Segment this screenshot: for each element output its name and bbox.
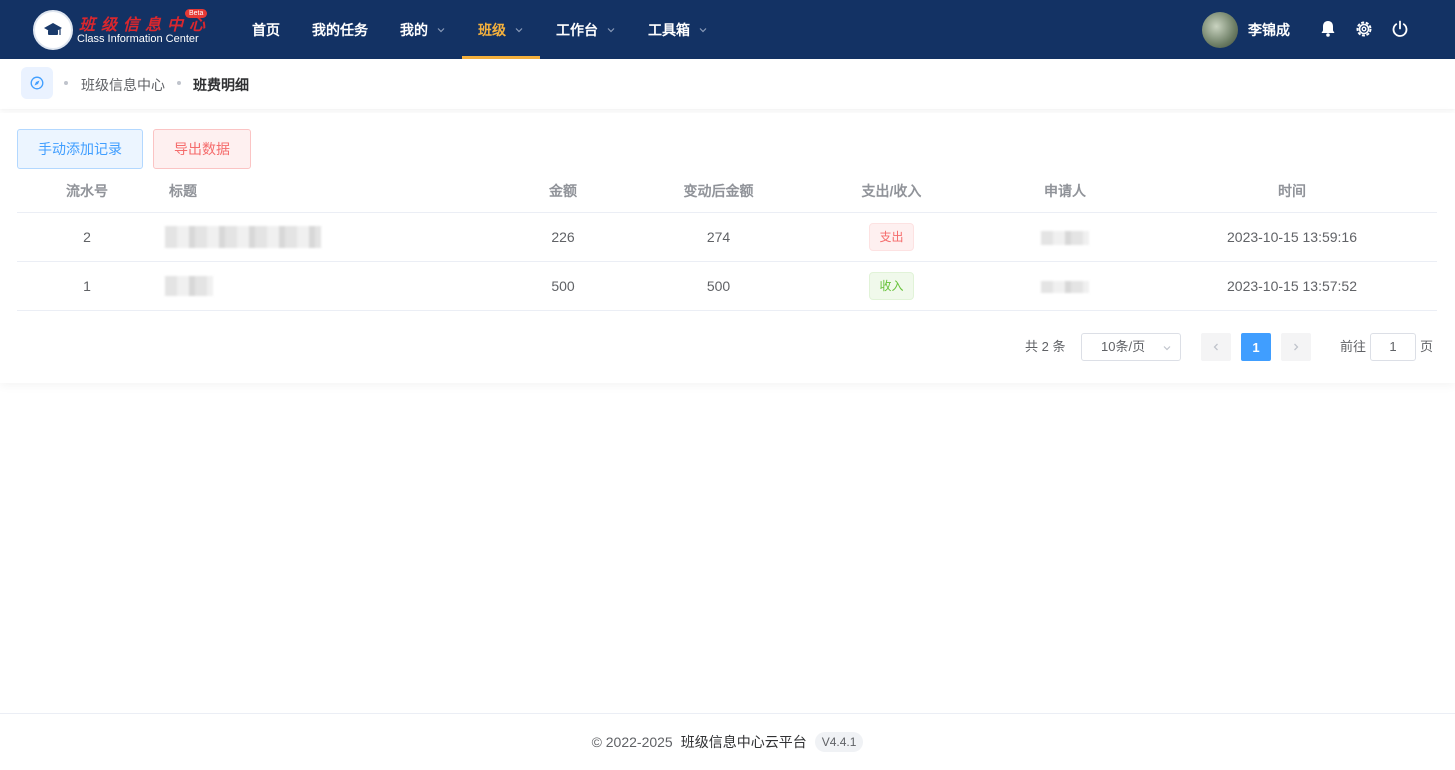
serial-number: 2 [17, 212, 157, 262]
table-row[interactable]: 2 226 274 支出 2023-10-15 13:59:16 [17, 212, 1437, 262]
page-number-current[interactable]: 1 [1241, 333, 1271, 361]
chevron-right-icon [1294, 343, 1299, 351]
nav-mine[interactable]: 我的 [384, 0, 462, 59]
income-tag: 收入 [869, 271, 914, 300]
column-header: 申请人 [983, 170, 1147, 213]
footer: © 2022-2025 班级信息中心云平台 V4.4.1 [0, 713, 1455, 770]
redacted-applicant [1041, 230, 1089, 245]
column-header: 标题 [157, 170, 489, 213]
breadcrumb-separator [177, 81, 181, 85]
username: 李锦成 [1248, 22, 1290, 38]
page-size-value: 10条/页 [1101, 339, 1146, 354]
bell-icon[interactable] [1318, 19, 1338, 39]
type-cell: 支出 [800, 212, 983, 262]
nav-my-tasks[interactable]: 我的任务 [296, 0, 384, 59]
applicant-cell [983, 261, 1147, 311]
column-header: 流水号 [17, 170, 157, 213]
avatar[interactable] [1202, 12, 1238, 48]
nav-label: 我的任务 [312, 21, 368, 38]
compass-icon[interactable] [21, 67, 53, 99]
applicant-cell [983, 212, 1147, 262]
chevron-down-icon [699, 27, 707, 32]
time: 2023-10-15 13:57:52 [1147, 261, 1437, 311]
logo-subtitle: Class Information Center [77, 33, 199, 45]
logo[interactable]: 班级信息中心 Class Information Center Beta [33, 9, 213, 51]
next-page-button[interactable] [1281, 333, 1311, 361]
content-card: 手动添加记录 导出数据 流水号 标题 金额 变动后金额 支出/收入 申请人 时间… [0, 113, 1455, 383]
serial-number: 1 [17, 261, 157, 311]
balance-after: 500 [637, 261, 800, 311]
platform-name: 班级信息中心云平台 [680, 734, 807, 750]
chevron-down-icon [515, 27, 523, 32]
breadcrumb-current: 班费明细 [193, 77, 249, 93]
amount: 226 [489, 212, 637, 262]
logo-emblem-icon [33, 10, 73, 50]
title-cell [157, 212, 489, 262]
time: 2023-10-15 13:59:16 [1147, 212, 1437, 262]
page-size-select[interactable]: 10条/页 [1081, 333, 1181, 361]
redacted-title [165, 225, 321, 248]
main-nav: 首页 我的任务 我的 班级 工作台 工具箱 [236, 0, 724, 59]
table-header-row: 流水号 标题 金额 变动后金额 支出/收入 申请人 时间 [17, 170, 1437, 213]
title-cell [157, 261, 489, 311]
goto-label: 前往 [1340, 339, 1367, 354]
redacted-applicant [1041, 280, 1089, 293]
nav-toolbox[interactable]: 工具箱 [632, 0, 724, 59]
breadcrumb-separator [64, 81, 68, 85]
nav-label: 首页 [252, 21, 280, 38]
chevron-down-icon [1163, 346, 1171, 351]
power-icon[interactable] [1390, 19, 1410, 39]
amount: 500 [489, 261, 637, 311]
nav-label: 工作台 [556, 21, 598, 38]
beta-badge: Beta [185, 9, 208, 18]
nav-workbench[interactable]: 工作台 [540, 0, 632, 59]
expense-tag: 支出 [869, 222, 914, 251]
nav-label: 我的 [400, 21, 428, 38]
nav-label: 工具箱 [648, 21, 690, 38]
balance-after: 274 [637, 212, 800, 262]
goto-page-input[interactable]: 1 [1370, 333, 1416, 361]
column-header: 金额 [489, 170, 637, 213]
top-navbar: 班级信息中心 Class Information Center Beta 首页 … [0, 0, 1455, 59]
chevron-down-icon [607, 27, 615, 32]
page-suffix-label: 页 [1420, 339, 1434, 354]
column-header: 支出/收入 [800, 170, 983, 213]
breadcrumb-item[interactable]: 班级信息中心 [81, 75, 165, 95]
chevron-left-icon [1213, 343, 1218, 351]
user-menu[interactable]: 李锦成 [1202, 12, 1290, 48]
nav-class[interactable]: 班级 [462, 0, 540, 59]
table-row[interactable]: 1 500 500 收入 2023-10-15 13:57:52 [17, 261, 1437, 311]
column-header: 时间 [1147, 170, 1437, 213]
prev-page-button[interactable] [1201, 333, 1231, 361]
column-header: 变动后金额 [637, 170, 800, 213]
type-cell: 收入 [800, 261, 983, 311]
gear-icon[interactable] [1354, 19, 1374, 39]
export-data-button[interactable]: 导出数据 [153, 129, 251, 169]
redacted-title [165, 275, 213, 296]
add-record-button[interactable]: 手动添加记录 [17, 129, 143, 169]
nav-home[interactable]: 首页 [236, 0, 296, 59]
pagination-total: 共 2 条 [1025, 339, 1066, 354]
copyright-text: © 2022-2025 [591, 734, 673, 750]
class-fee-table: 流水号 标题 金额 变动后金额 支出/收入 申请人 时间 2 226 274 支… [17, 170, 1437, 311]
nav-label: 班级 [478, 21, 506, 38]
breadcrumb: 班级信息中心 班费明细 [0, 59, 1455, 109]
chevron-down-icon [437, 27, 445, 32]
version-badge: V4.4.1 [814, 732, 864, 752]
